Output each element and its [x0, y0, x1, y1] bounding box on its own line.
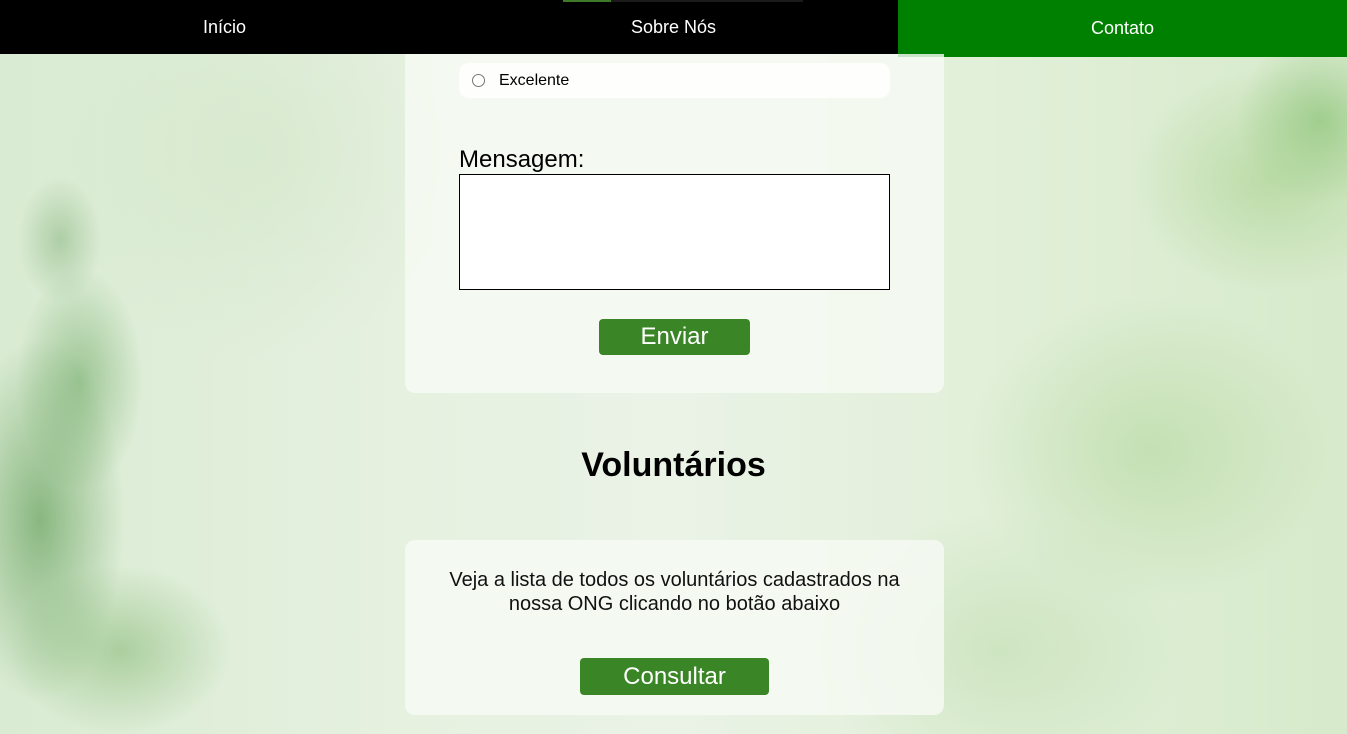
consult-button[interactable]: Consultar — [580, 658, 769, 695]
rating-option-excelente[interactable]: Excelente — [459, 63, 890, 98]
volunteers-description: Veja a lista de todos os voluntários cad… — [449, 569, 900, 615]
nav-item-sobre-nos[interactable]: Sobre Nós — [449, 0, 898, 54]
contact-form-card: Excelente Mensagem: Enviar — [405, 54, 944, 393]
volunteers-card: Veja a lista de todos os voluntários cad… — [405, 540, 944, 715]
rating-option-label: Excelente — [499, 71, 570, 89]
top-navigation: Início Sobre Nós Contato — [0, 0, 1347, 57]
volunteers-title: Voluntários — [581, 446, 766, 484]
message-label: Mensagem: — [459, 146, 585, 173]
nav-item-contato[interactable]: Contato — [898, 0, 1347, 57]
nav-item-inicio[interactable]: Início — [0, 0, 449, 54]
radio-button[interactable] — [472, 74, 485, 87]
message-textarea[interactable] — [459, 174, 890, 290]
send-button[interactable]: Enviar — [599, 319, 750, 355]
nav-accent-bar — [563, 0, 803, 2]
